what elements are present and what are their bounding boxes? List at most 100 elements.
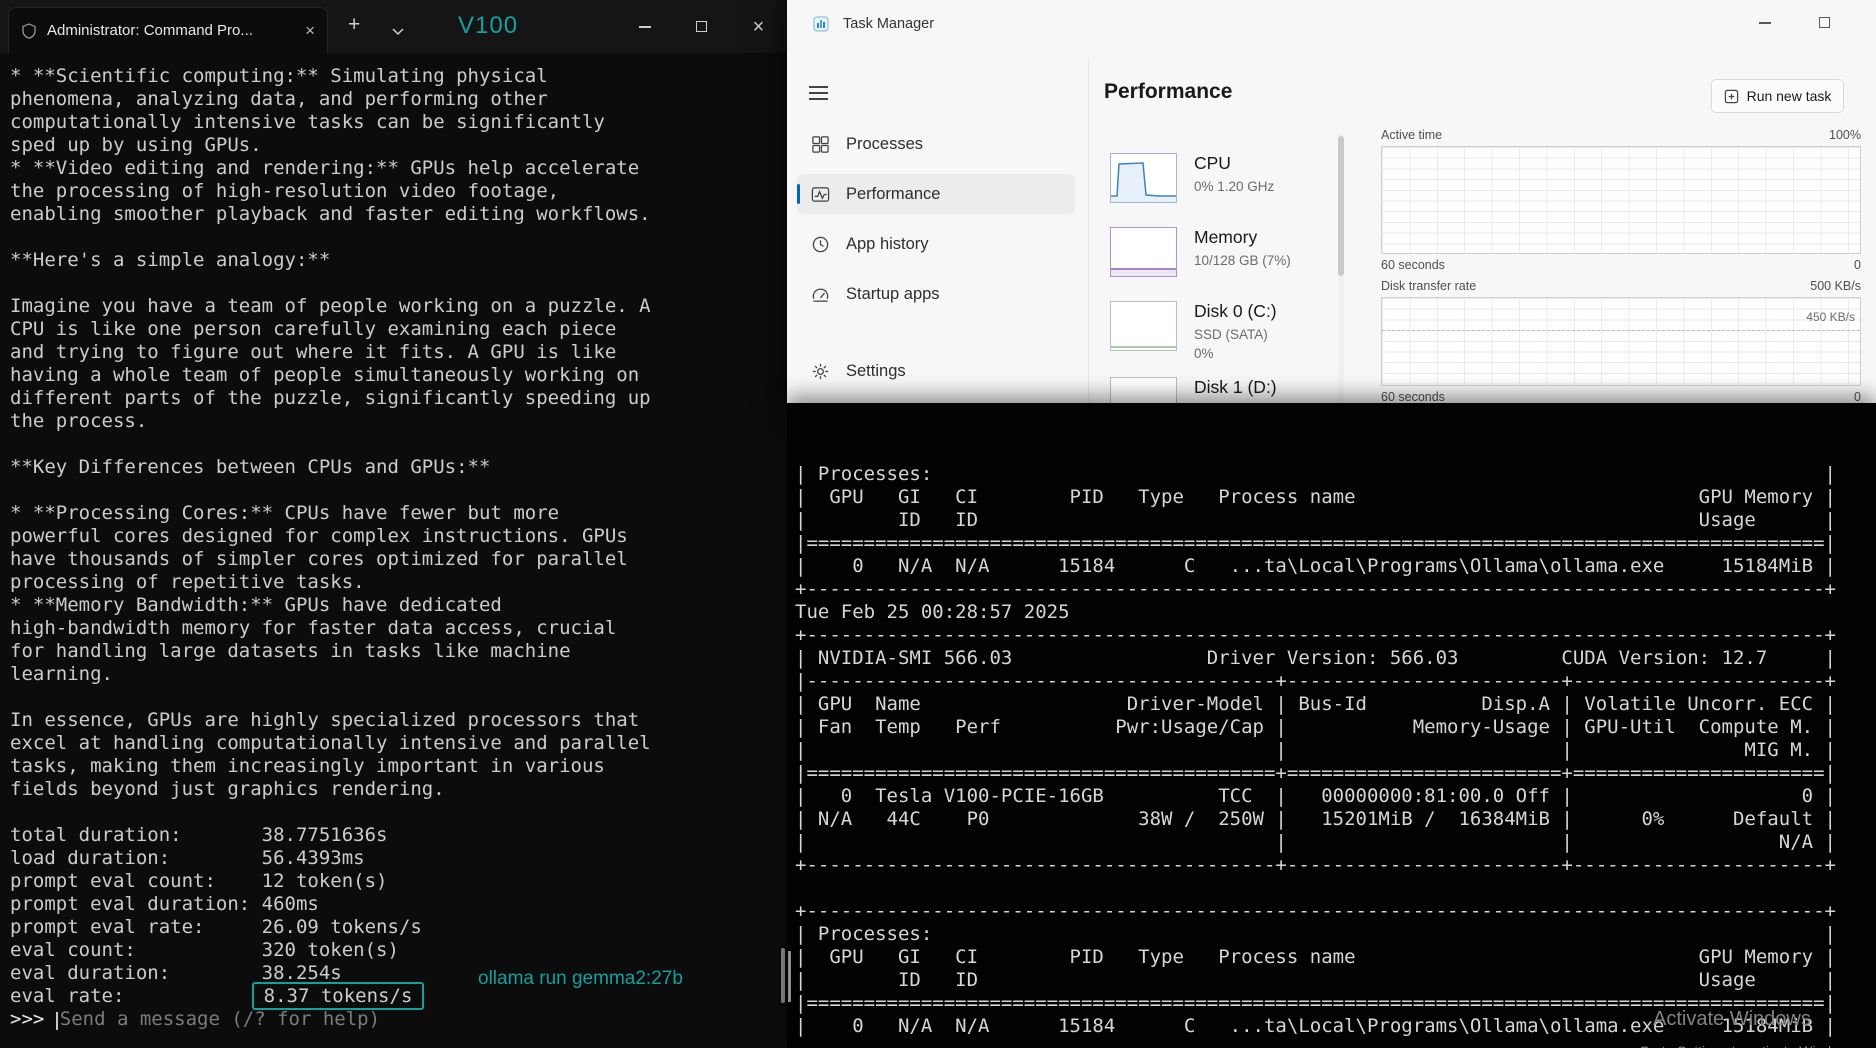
terminal-tab[interactable]: Administrator: Command Pro... × (8, 7, 328, 53)
metric-memory[interactable]: Memory 10/128 GB (7%) (1110, 227, 1291, 277)
terminal-text-line: * **Video editing and rendering:** GPUs … (10, 157, 640, 179)
graph1-label: Active time (1381, 128, 1443, 142)
disk1-thumbnail-graph (1110, 377, 1177, 403)
terminal-text-line: enabling smoother playback and faster ed… (10, 203, 651, 225)
metric-disk0[interactable]: Disk 0 (C:) SSD (SATA) 0% (1110, 301, 1277, 363)
sidebar-item-performance[interactable]: Performance (797, 174, 1075, 214)
graph1-max: 100% (1829, 128, 1861, 142)
eval-rate-highlight-box: 8.37 tokens/s (251, 982, 425, 1010)
tab-dropdown-chevron-icon[interactable] (392, 23, 404, 41)
nvidia-smi-line: +---------------------------------------… (795, 578, 1836, 600)
minimize-icon (638, 25, 651, 28)
nvidia-smi-line (795, 877, 1876, 900)
graph2-header: Disk transfer rate 500 KB/s (1381, 279, 1861, 293)
sidebar-item-startup-apps[interactable]: Startup apps (797, 274, 1075, 314)
terminal-scrollbar[interactable] (781, 948, 785, 1003)
metric-title: Memory (1194, 227, 1258, 247)
close-button[interactable]: × (730, 0, 787, 53)
new-tab-button[interactable]: + (348, 14, 360, 35)
active-time-graph (1381, 146, 1861, 254)
sidebar-item-processes[interactable]: Processes (797, 124, 1075, 164)
disk0-thumbnail-graph (1110, 301, 1177, 351)
terminal-text-line (10, 433, 787, 456)
nvidia-smi-line: Tue Feb 25 00:28:57 2025 (795, 601, 1070, 623)
metric-disk1[interactable]: Disk 1 (D:) (1110, 377, 1277, 403)
nvidia-smi-line: |=======================================… (795, 532, 1836, 554)
terminal-tab-title: Administrator: Command Pro... (47, 22, 253, 39)
metrics-scrollbar-thumb[interactable] (1338, 136, 1344, 276)
nvidia-smi-line: +---------------------------------------… (795, 624, 1836, 646)
performance-icon (811, 186, 830, 202)
sidebar-label: Performance (846, 184, 941, 203)
stat-value: 320 token(s) (261, 939, 399, 961)
terminal-text-line: having a whole team of people simultaneo… (10, 364, 640, 386)
text-cursor (55, 1012, 58, 1030)
sidebar-item-app-history[interactable]: App history (797, 224, 1075, 264)
terminal-text-line: learning. (10, 663, 113, 685)
terminal-text-line: different parts of the puzzle, significa… (10, 387, 651, 409)
terminal-text-line: processing of repetitive tasks. (10, 571, 365, 593)
terminal-text-line: * **Processing Cores:** CPUs have fewer … (10, 502, 560, 524)
nvidia-smi-line: |=======================================… (795, 762, 1836, 784)
terminal-text-line (10, 686, 787, 709)
terminal-text-line: the process. (10, 410, 148, 432)
terminal-text-line: In essence, GPUs are highly specialized … (10, 709, 640, 731)
terminal-text-line: CPU is like one person carefully examini… (10, 318, 617, 340)
minimize-button[interactable] (616, 0, 673, 53)
annotation-ollama-command: ollama run gemma2:27b (478, 968, 683, 989)
sidebar-label: Settings (846, 361, 906, 380)
taskmgr-maximize-button[interactable] (1819, 17, 1830, 28)
terminal-text-line: sped up by using GPUs. (10, 134, 262, 156)
app-history-icon (812, 236, 829, 252)
graph2-label: Disk transfer rate (1381, 279, 1477, 293)
nvidia-smi-line: | ID ID Usage | (795, 509, 1836, 531)
terminal-text-line: excel at handling computationally intens… (10, 732, 651, 754)
terminal-window-bottom: | Processes: | | GPU GI CI PID Type Proce… (787, 403, 1876, 1048)
sidebar-divider (1088, 58, 1089, 403)
nvidia-smi-line: | GPU GI CI PID Type Process name GPU Me… (795, 946, 1836, 968)
sidebar-item-settings[interactable]: Settings (797, 351, 1075, 391)
stat-value: 56.4393ms (261, 847, 365, 869)
metric-cpu[interactable]: CPU 0% 1.20 GHz (1110, 153, 1274, 203)
graph2-max: 500 KB/s (1810, 279, 1861, 293)
sidebar-label: Startup apps (846, 284, 940, 303)
terminal-text-line (10, 226, 787, 249)
processes-icon (812, 135, 829, 153)
terminal-stat-line: prompt eval duration: 460ms (10, 893, 319, 915)
maximize-button[interactable] (673, 0, 730, 53)
taskmgr-minimize-button[interactable] (1759, 22, 1771, 24)
taskmgr-titlebar[interactable]: Task Manager (787, 0, 1876, 48)
terminal-text-line: **Here's a simple analogy:** (10, 249, 331, 271)
nvidia-smi-line: | 0 Tesla V100-PCIE-16GB TCC | 00000000:… (795, 785, 1836, 807)
cpu-thumbnail-graph (1110, 153, 1177, 203)
metrics-scrollbar[interactable] (1338, 134, 1344, 403)
terminal-stat-line: total duration: 38.7751636s (10, 824, 388, 846)
terminal-text-line: fields beyond just graphics rendering. (10, 778, 445, 800)
hamburger-menu-icon[interactable] (809, 86, 828, 100)
metric-subtitle: 10/128 GB (7%) (1194, 253, 1291, 268)
metric-title: Disk 0 (C:) (1194, 301, 1277, 321)
run-new-task-button[interactable]: Run new task (1711, 79, 1844, 113)
nvidia-smi-line: | N/A 44C P0 38W / 250W | 15201MiB / 163… (795, 808, 1836, 830)
terminal-text-line (10, 801, 787, 824)
terminal-text-line: the processing of high-resolution video … (10, 180, 560, 202)
terminal-text-line: and trying to figure out where it fits. … (10, 341, 617, 363)
metric-subtitle-2: 0% (1194, 346, 1214, 361)
terminal-stat-line: prompt eval rate: 26.09 tokens/s (10, 916, 422, 938)
memory-thumbnail-graph (1110, 227, 1177, 277)
graph2-marker-label: 450 KB/s (1806, 310, 1855, 324)
metric-subtitle: 0% 1.20 GHz (1194, 179, 1275, 194)
terminal-text-line: powerful cores designed for complex inst… (10, 525, 628, 547)
bottom-terminal-scrollbar[interactable] (788, 951, 791, 1002)
nvidia-smi-line: | Processes: | (795, 923, 1836, 945)
tab-close-icon[interactable]: × (305, 22, 315, 39)
terminal-text-line (10, 479, 787, 502)
terminal-output: * **Scientific computing:** Simulating p… (0, 53, 787, 1048)
metric-title: Disk 1 (D:) (1194, 377, 1277, 397)
nvidia-smi-line: | | | N/A | (795, 831, 1836, 853)
settings-gear-icon (812, 363, 829, 379)
terminal-prompt-line[interactable]: >>> Send a message (/? for help) (10, 1008, 787, 1031)
nvidia-smi-line: | GPU GI CI PID Type Process name GPU Me… (795, 486, 1836, 508)
terminal-titlebar[interactable]: Administrator: Command Pro... × + × (0, 0, 787, 53)
stat-value: 460ms (261, 893, 319, 915)
